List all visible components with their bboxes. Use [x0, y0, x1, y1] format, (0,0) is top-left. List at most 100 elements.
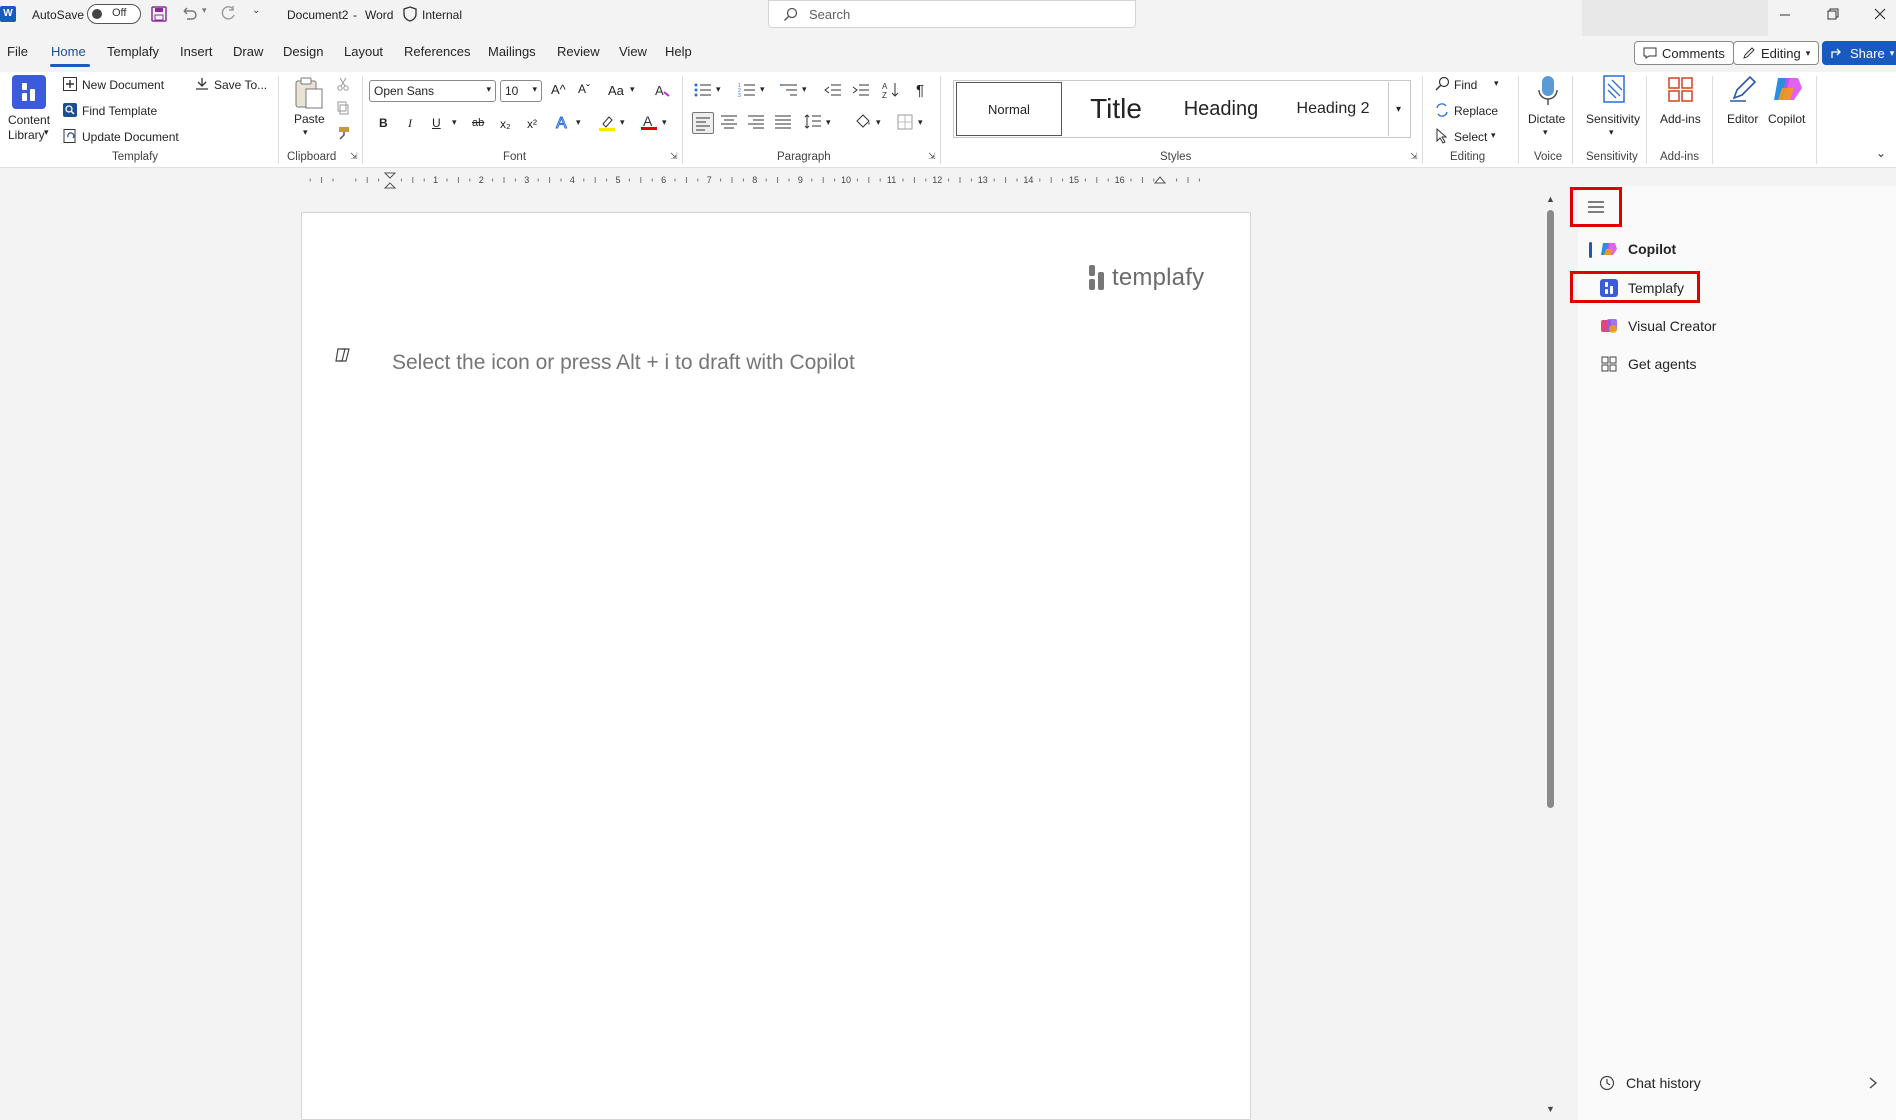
save-icon[interactable]: [151, 6, 167, 22]
copy-icon[interactable]: [336, 101, 350, 115]
chevron-down-icon[interactable]: ▾: [630, 84, 635, 95]
editor-icon[interactable]: [1728, 74, 1758, 104]
replace-button[interactable]: Replace: [1454, 104, 1498, 118]
chevron-down-icon[interactable]: ▾: [918, 117, 923, 128]
chevron-down-icon[interactable]: ▾: [1494, 78, 1499, 89]
align-center-icon[interactable]: [720, 114, 738, 130]
microphone-icon[interactable]: [1536, 74, 1560, 108]
shield-icon[interactable]: [403, 6, 417, 22]
style-title[interactable]: Title: [1064, 82, 1168, 136]
minimize-icon[interactable]: [1778, 8, 1792, 22]
chevron-down-icon[interactable]: ▾: [876, 117, 881, 128]
tab-templafy[interactable]: Templafy: [107, 44, 159, 59]
bullets-icon[interactable]: [694, 82, 712, 98]
chevron-down-icon[interactable]: ▾: [662, 117, 667, 128]
italic-button[interactable]: I: [408, 116, 412, 131]
paste-icon[interactable]: [292, 76, 324, 110]
search-box[interactable]: Search: [768, 0, 1136, 28]
tab-file[interactable]: File: [7, 44, 28, 59]
align-right-icon[interactable]: [747, 114, 765, 130]
copilot-icon[interactable]: [1772, 74, 1804, 104]
right-indent-marker-icon[interactable]: [1154, 176, 1166, 186]
justify-icon[interactable]: [774, 114, 792, 130]
dictate-button[interactable]: Dictate: [1528, 112, 1565, 126]
select-button[interactable]: Select: [1454, 130, 1487, 144]
sensitivity-button[interactable]: Sensitivity: [1586, 112, 1640, 126]
find-button[interactable]: Find: [1454, 78, 1477, 92]
style-heading[interactable]: Heading: [1168, 82, 1274, 136]
pane-item-templafy[interactable]: Templafy: [1600, 279, 1684, 297]
customize-toolbar-icon[interactable]: ⌄: [252, 5, 260, 16]
font-size-combo[interactable]: 10 ▾: [500, 80, 542, 102]
tab-layout[interactable]: Layout: [344, 44, 383, 59]
editor-button[interactable]: Editor: [1727, 112, 1758, 126]
scrollbar-thumb[interactable]: [1547, 210, 1554, 808]
redo-icon[interactable]: [220, 5, 238, 21]
restore-icon[interactable]: [1826, 7, 1840, 21]
font-color-icon[interactable]: A: [640, 113, 658, 131]
pane-item-visual-creator[interactable]: Visual Creator: [1600, 317, 1716, 335]
decrease-indent-icon[interactable]: [824, 82, 842, 98]
tab-references[interactable]: References: [404, 44, 470, 59]
chevron-down-icon[interactable]: ▾: [44, 127, 49, 138]
show-formatting-marks-icon[interactable]: ¶: [916, 82, 924, 99]
collapse-ribbon-icon[interactable]: ⌄: [1876, 146, 1886, 160]
superscript-button[interactable]: x²: [527, 117, 537, 131]
increase-indent-icon[interactable]: [852, 82, 870, 98]
chevron-down-icon[interactable]: ▾: [620, 117, 625, 128]
account-area[interactable]: [1582, 0, 1768, 36]
sensitivity-icon[interactable]: [1600, 74, 1628, 106]
strikethrough-button[interactable]: ab: [472, 117, 484, 129]
undo-dropdown-icon[interactable]: ▾: [202, 5, 207, 16]
autosave-toggle[interactable]: Off: [87, 4, 141, 24]
sensitivity-label[interactable]: Internal: [422, 8, 462, 22]
close-icon[interactable]: [1873, 7, 1887, 21]
style-normal[interactable]: Normal: [956, 82, 1062, 136]
undo-icon[interactable]: [180, 5, 198, 21]
save-to-button[interactable]: Save To...: [214, 78, 267, 92]
multilevel-list-icon[interactable]: [780, 82, 798, 98]
sort-icon[interactable]: AZ: [882, 81, 900, 99]
update-document-button[interactable]: Update Document: [82, 130, 179, 144]
scroll-down-icon[interactable]: ▼: [1546, 1104, 1555, 1114]
tab-home[interactable]: Home: [51, 44, 86, 59]
chevron-down-icon[interactable]: ▾: [1609, 127, 1614, 138]
pane-menu-button[interactable]: [1570, 187, 1622, 227]
content-library-icon[interactable]: [12, 75, 46, 109]
chevron-down-icon[interactable]: ▾: [716, 84, 721, 95]
chevron-down-icon[interactable]: ▾: [802, 84, 807, 95]
word-app-icon[interactable]: W: [0, 6, 16, 22]
add-ins-button[interactable]: Add-ins: [1660, 112, 1701, 126]
tab-design[interactable]: Design: [283, 44, 323, 59]
chevron-down-icon[interactable]: ▾: [303, 127, 308, 138]
chevron-down-icon[interactable]: ▾: [760, 84, 765, 95]
content-library-label-1[interactable]: Content: [8, 113, 50, 127]
indent-marker-icon[interactable]: [384, 172, 396, 190]
editing-mode-button[interactable]: Editing ▾: [1733, 41, 1820, 65]
font-name-combo[interactable]: Open Sans ▾: [369, 80, 496, 102]
highlight-icon[interactable]: [598, 114, 616, 132]
content-library-label-2[interactable]: Library: [8, 128, 45, 142]
clear-formatting-icon[interactable]: A: [654, 82, 672, 98]
document-page[interactable]: [301, 212, 1251, 1120]
cut-icon[interactable]: [336, 77, 350, 91]
copilot-draft-icon[interactable]: [334, 346, 352, 364]
subscript-button[interactable]: x₂: [500, 117, 511, 131]
tab-draw[interactable]: Draw: [233, 44, 263, 59]
text-effects-icon[interactable]: A: [554, 113, 572, 132]
underline-button[interactable]: U: [432, 116, 441, 130]
comments-button[interactable]: Comments: [1634, 41, 1734, 65]
tab-view[interactable]: View: [619, 44, 647, 59]
format-painter-icon[interactable]: [336, 126, 350, 140]
dialog-launcher-icon[interactable]: ⇲: [1410, 151, 1418, 162]
chevron-down-icon[interactable]: ▾: [826, 117, 831, 128]
tab-mailings[interactable]: Mailings: [488, 44, 536, 59]
add-ins-icon[interactable]: [1667, 76, 1695, 104]
align-left-button[interactable]: [692, 112, 714, 134]
change-case-button[interactable]: Aa: [608, 83, 624, 98]
style-heading-2[interactable]: Heading 2: [1278, 82, 1388, 136]
tab-review[interactable]: Review: [557, 44, 600, 59]
chat-history-button[interactable]: Chat history: [1598, 1070, 1878, 1096]
dialog-launcher-icon[interactable]: ⇲: [670, 151, 678, 162]
dialog-launcher-icon[interactable]: ⇲: [350, 151, 358, 162]
